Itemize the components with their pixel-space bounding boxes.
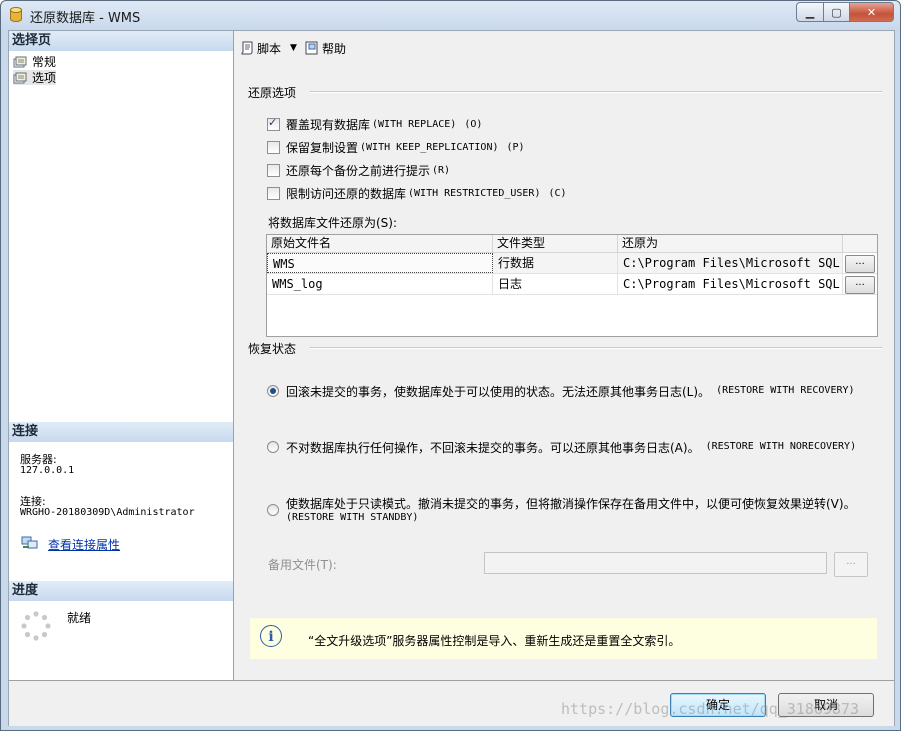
checkbox-box[interactable] [267, 116, 280, 131]
page-item-label: 常规 [32, 55, 57, 69]
radio-label: 不对数据库执行任何操作，不回滚未提交的事务。可以还原其他事务日志(A)。 [286, 441, 700, 455]
checkbox-accel: (O) [464, 118, 483, 130]
dialog-client: 选择页 常规 选项 连接 服务器: 127.0.0.1 连接: WRGHO-20… [8, 30, 895, 726]
checkbox-label: 还原每个备份之前进行提示 [286, 163, 431, 178]
page-item-general[interactable]: 常规 [13, 54, 56, 69]
radio-button[interactable] [267, 385, 279, 397]
connection-value: WRGHO-20180309D\Administrator [20, 507, 195, 518]
checkbox-box[interactable] [267, 186, 280, 200]
radio-label: 回滚未提交的事务，使数据库处于可以使用的状态。无法还原其他事务日志(L)。 [286, 385, 711, 399]
help-icon [305, 41, 318, 55]
info-bar: i “全文升级选项”服务器属性控制是导入、重新生成还是重置全文索引。 [250, 618, 877, 659]
cell-restore-as[interactable]: C:\Program Files\Microsoft SQL S... [618, 274, 843, 294]
toolbar: 脚本 ▼ 帮助 [234, 31, 894, 65]
checkbox-accel: (P) [506, 141, 525, 153]
radio-button[interactable] [267, 441, 279, 453]
browse-button[interactable]: ... [845, 276, 875, 294]
checkbox-label: 覆盖现有数据库 [286, 117, 371, 132]
script-button[interactable]: 脚本 ▼ [240, 40, 297, 57]
browse-button[interactable]: ... [845, 255, 875, 273]
cell-type: 行数据 [493, 253, 618, 273]
watermark: https://blog.csdn.net/qq_31869873 [561, 700, 860, 718]
column-header-type[interactable]: 文件类型 [493, 235, 618, 252]
cell-restore-as[interactable]: C:\Program Files\Microsoft SQL S... [618, 253, 843, 273]
grid-header: 原始文件名 文件类型 还原为 [267, 235, 877, 253]
connection-header: 连接 [9, 422, 233, 442]
checkbox-label: 保留复制设置 [286, 140, 359, 155]
page-item-options[interactable]: 选项 [13, 70, 57, 85]
radio-code: (RESTORE WITH NORECOVERY) [705, 441, 857, 452]
radio-button[interactable] [267, 504, 279, 516]
progress-header: 进度 [9, 581, 233, 601]
standby-browse-button[interactable]: ... [834, 552, 868, 577]
cell-original[interactable]: WMS_log [267, 274, 493, 294]
table-row[interactable]: WMS 行数据 C:\Program Files\Microsoft SQL S… [267, 253, 877, 274]
progress-spinner-icon [21, 611, 51, 641]
column-header-restore-as[interactable]: 还原为 [618, 235, 843, 252]
column-header-original[interactable]: 原始文件名 [267, 235, 493, 252]
restore-files-label: 将数据库文件还原为(S): [268, 216, 398, 230]
maximize-button[interactable]: ▢ [823, 2, 850, 22]
info-icon: i [260, 625, 282, 647]
page-icon [13, 56, 27, 67]
restore-files-grid: 原始文件名 文件类型 还原为 WMS 行数据 C:\Program Files\… [266, 234, 878, 337]
page-icon [13, 72, 27, 83]
checkbox-prompt-before-restore[interactable]: 还原每个备份之前进行提示 (R) [267, 162, 450, 178]
window-title: 还原数据库 - WMS [30, 11, 141, 26]
select-page-header: 选择页 [9, 31, 233, 51]
checkbox-label: 限制访问还原的数据库 [286, 186, 407, 201]
title-bar[interactable]: 还原数据库 - WMS ▁ ▢ ✕ [1, 1, 900, 29]
standby-file-label: 备用文件(T): [268, 558, 337, 572]
page-item-label: 选项 [32, 71, 57, 85]
cell-type: 日志 [493, 274, 618, 294]
group-divider [310, 91, 882, 93]
radio-with-standby[interactable]: 使数据库处于只读模式。撤消未提交的事务，但将撤消操作保存在备用文件中，以便可使恢… [267, 495, 857, 523]
radio-with-norecovery[interactable]: 不对数据库执行任何操作，不回滚未提交的事务。可以还原其他事务日志(A)。 (RE… [267, 439, 856, 456]
dropdown-arrow-icon[interactable]: ▼ [290, 43, 297, 53]
restore-options-title: 还原选项 [248, 86, 297, 100]
radio-code: (RESTORE WITH RECOVERY) [716, 385, 855, 396]
checkbox-box[interactable] [267, 163, 280, 177]
checkbox-code: (WITH RESTRICTED_USER) [408, 187, 541, 199]
radio-label-block: 使数据库处于只读模式。撤消未提交的事务，但将撤消操作保存在备用文件中，以便可使恢… [286, 495, 856, 523]
info-text: “全文升级选项”服务器属性控制是导入、重新生成还是重置全文索引。 [308, 634, 681, 648]
close-button[interactable]: ✕ [849, 2, 894, 22]
checkbox-accel: (R) [432, 164, 451, 176]
progress-status: 就绪 [67, 611, 92, 625]
checkbox-code: (WITH KEEP_REPLICATION) [360, 141, 499, 153]
left-pane: 选择页 常规 选项 连接 服务器: 127.0.0.1 连接: WRGHO-20… [9, 31, 234, 680]
view-connection-properties-link[interactable]: 查看连接属性 [48, 536, 120, 553]
checkbox-code: (WITH REPLACE) [372, 118, 457, 130]
radio-with-recovery[interactable]: 回滚未提交的事务，使数据库处于可以使用的状态。无法还原其他事务日志(L)。 (R… [267, 383, 855, 400]
checkbox-box[interactable] [267, 140, 280, 154]
close-icon: ✕ [866, 5, 877, 19]
standby-file-input[interactable] [484, 552, 827, 574]
connection-properties-icon [21, 536, 38, 549]
checkbox-keep-replication[interactable]: 保留复制设置 (WITH KEEP_REPLICATION) (P) [267, 139, 525, 155]
window-controls: ▁ ▢ ✕ [796, 2, 894, 22]
checkbox-accel: (C) [548, 187, 567, 199]
help-button[interactable]: 帮助 [305, 40, 346, 57]
checkbox-restricted-user[interactable]: 限制访问还原的数据库 (WITH RESTRICTED_USER) (C) [267, 185, 567, 201]
right-pane: 脚本 ▼ 帮助 还原选项 覆盖现有数据库 (WITH REPLACE) (O) … [234, 31, 894, 680]
checkbox-with-replace[interactable]: 覆盖现有数据库 (WITH REPLACE) (O) [267, 116, 482, 132]
help-label: 帮助 [321, 41, 346, 56]
server-value: 127.0.0.1 [20, 465, 75, 476]
script-label: 脚本 [257, 41, 282, 56]
restore-database-window: 还原数据库 - WMS ▁ ▢ ✕ 选择页 常规 选项 连接 服务器: 127.… [0, 0, 901, 731]
minimize-button[interactable]: ▁ [796, 2, 824, 22]
radio-label: 使数据库处于只读模式。撤消未提交的事务，但将撤消操作保存在备用文件中，以便可使恢… [286, 497, 856, 511]
table-row[interactable]: WMS_log 日志 C:\Program Files\Microsoft SQ… [267, 274, 877, 295]
maximize-icon: ▢ [831, 5, 842, 19]
script-icon [241, 41, 253, 55]
recovery-state-title: 恢复状态 [248, 342, 297, 356]
group-divider [310, 347, 882, 349]
radio-code: (RESTORE WITH STANDBY) [286, 512, 419, 523]
minimize-icon: ▁ [805, 5, 815, 19]
database-icon [10, 7, 22, 22]
cell-original[interactable]: WMS [267, 253, 493, 273]
